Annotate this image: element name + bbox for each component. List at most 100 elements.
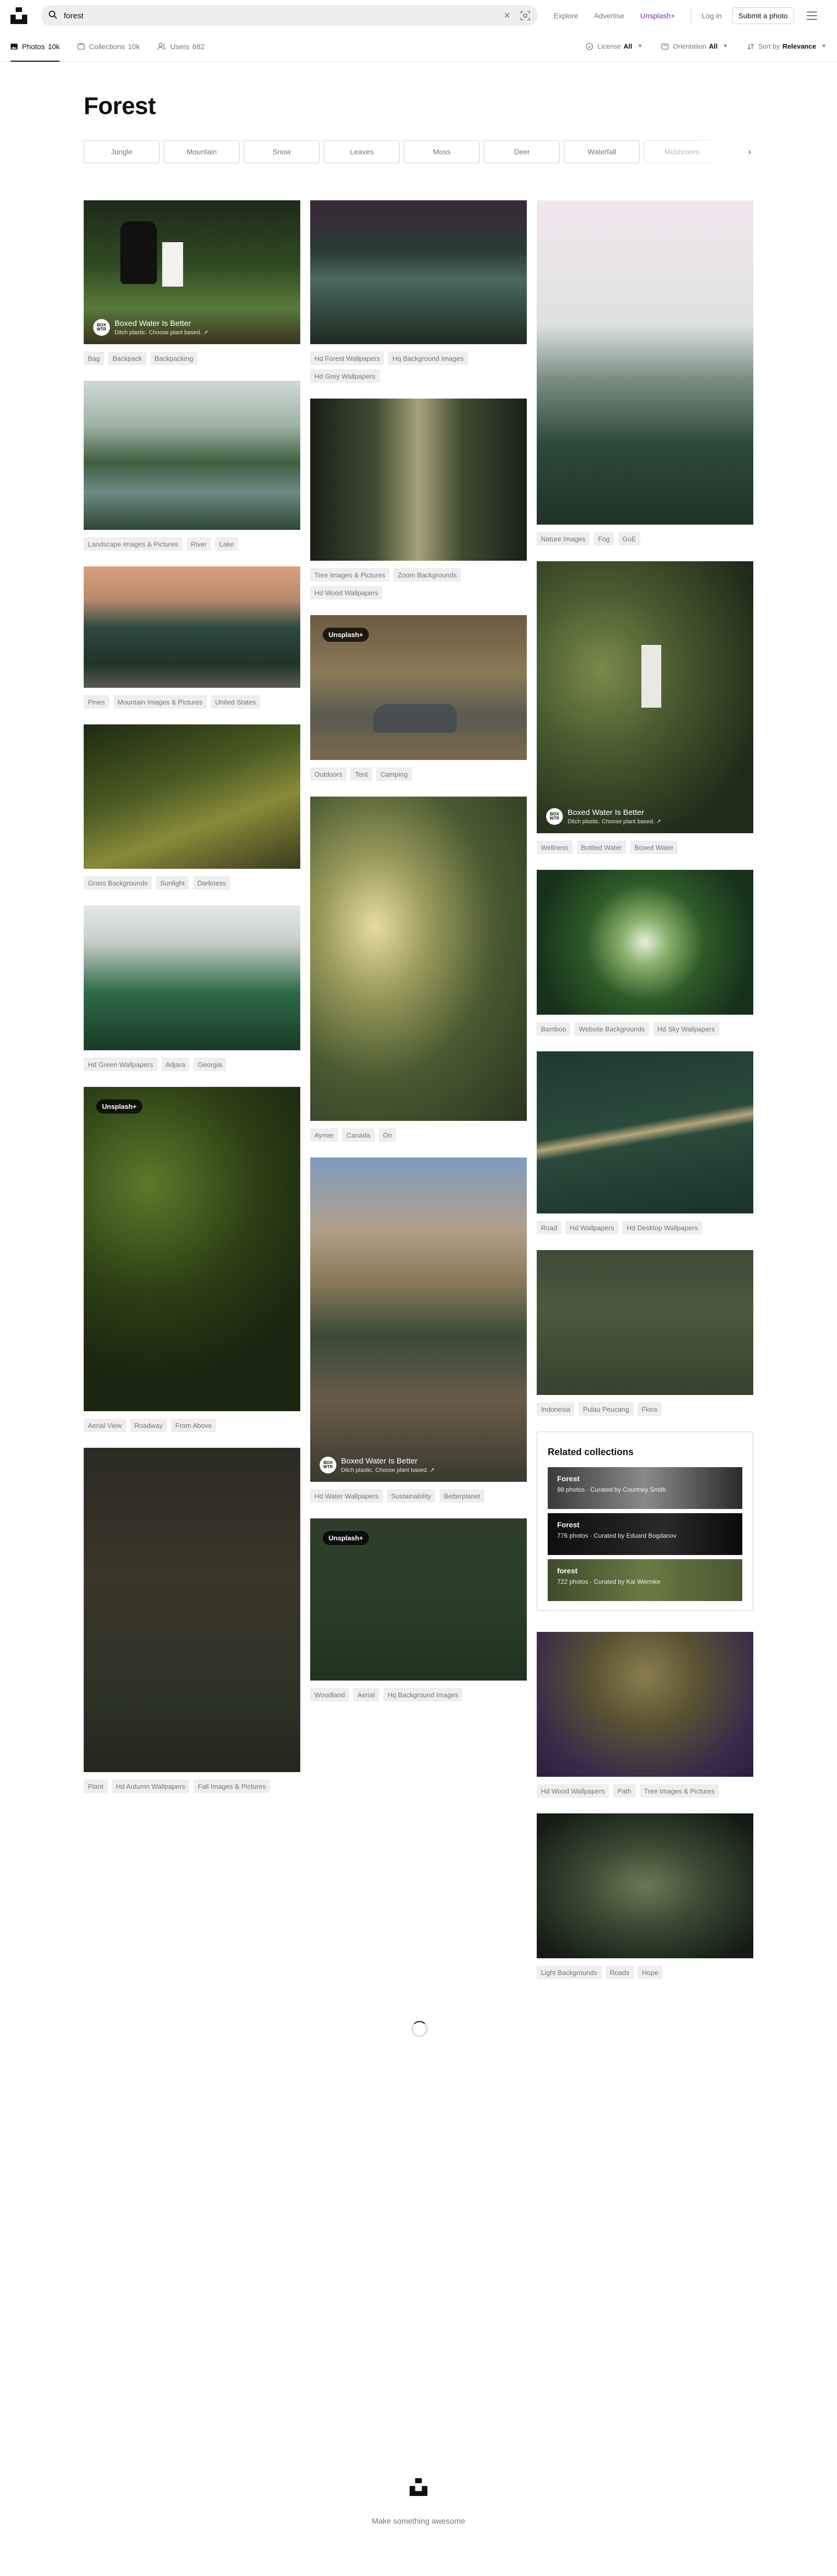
photo-tag[interactable]: United States <box>211 695 261 709</box>
photo-tag[interactable]: Path <box>613 1784 636 1798</box>
photo-tag[interactable]: Aerial <box>353 1688 379 1701</box>
menu-icon[interactable] <box>806 12 817 20</box>
collection-item[interactable]: Forest 776 photos · Curated by Eduard Bo… <box>548 1513 742 1555</box>
photo-tag[interactable]: Hd Green Wallpapers <box>84 1058 157 1071</box>
search-input[interactable] <box>64 11 504 20</box>
photo-image[interactable] <box>84 905 300 1050</box>
photo-image[interactable] <box>537 1051 753 1213</box>
photo-tag[interactable]: Roadway <box>130 1418 167 1432</box>
photo-image[interactable]: BOX WTR Boxed Water Is Better Ditch plast… <box>310 1158 527 1482</box>
photo-tag[interactable]: Hd Grey Wallpapers <box>310 369 380 383</box>
photo-tag[interactable]: Mountain Images & Pictures <box>113 695 207 709</box>
license-filter[interactable]: License All ▼ <box>586 42 642 50</box>
nav-explore-link[interactable]: Explore <box>553 12 578 20</box>
photo-tag[interactable]: Hd Water Wallpapers <box>310 1489 383 1503</box>
photo-tag[interactable]: From Above <box>171 1418 217 1432</box>
photo-tag[interactable]: River <box>186 537 211 551</box>
photo-tag[interactable]: Boxed Water <box>630 841 678 854</box>
photo-tag[interactable]: On <box>378 1128 397 1142</box>
related-search-chip[interactable]: Snow <box>244 140 320 163</box>
collection-item[interactable]: forest 722 photos · Curated by Kai Wermk… <box>548 1559 742 1601</box>
collection-item[interactable]: Forest 98 photos · Curated by Courtney S… <box>548 1467 742 1509</box>
photo-image[interactable]: Unsplash+ <box>310 1518 527 1681</box>
submit-photo-button[interactable]: Submit a photo <box>732 7 794 24</box>
photo-image[interactable] <box>310 797 527 1121</box>
photo-tag[interactable]: Zoom Backgrounds <box>393 568 461 582</box>
photo-tag[interactable]: Betterplanet <box>439 1489 485 1503</box>
login-link[interactable]: Log in <box>702 12 721 20</box>
photo-image[interactable] <box>537 200 753 525</box>
photo-tag[interactable]: Adjara <box>161 1058 190 1071</box>
photo-tag[interactable]: Hd Desktop Wallpapers <box>622 1221 702 1234</box>
search-icon[interactable] <box>48 10 58 22</box>
photo-tag[interactable]: Pines <box>84 695 109 709</box>
photo-image[interactable] <box>537 1250 753 1395</box>
photo-tag[interactable]: Outdoors <box>310 767 347 781</box>
related-search-chip[interactable]: Deer <box>484 140 560 163</box>
photo-image[interactable] <box>84 1448 300 1772</box>
related-search-chip[interactable]: Moss <box>404 140 480 163</box>
photo-tag[interactable]: GoE <box>618 532 640 546</box>
photo-image[interactable] <box>537 870 753 1015</box>
photo-tag[interactable]: Road <box>537 1221 562 1234</box>
photo-image[interactable] <box>537 1813 753 1958</box>
photo-tag[interactable]: Fog <box>594 532 614 546</box>
photo-image[interactable]: Unsplash+ <box>310 615 527 760</box>
photo-tag[interactable]: Hq Background Images <box>383 1688 463 1701</box>
nav-unsplash-plus-link[interactable]: Unsplash+ <box>640 12 675 20</box>
photo-tag[interactable]: Backpacking <box>150 351 198 365</box>
photo-image[interactable] <box>310 399 527 561</box>
photo-image[interactable] <box>310 200 527 344</box>
related-search-chip[interactable]: Waterfall <box>564 140 640 163</box>
photo-tag[interactable]: Bottled Water <box>576 841 626 854</box>
close-icon[interactable]: ✕ <box>504 10 511 21</box>
sponsor-badge[interactable]: BOX WTR Boxed Water Is Better Ditch plast… <box>546 808 661 825</box>
unsplash-logo-icon[interactable] <box>10 7 27 24</box>
photo-tag[interactable]: Lake <box>215 537 239 551</box>
photo-tag[interactable]: Hd Forest Wallpapers <box>310 351 384 365</box>
photo-tag[interactable]: Hd Wood Wallpapers <box>537 1784 609 1798</box>
photo-tag[interactable]: Backpack <box>108 351 146 365</box>
photo-tag[interactable]: Bag <box>84 351 105 365</box>
photo-tag[interactable]: Tent <box>350 767 372 781</box>
photo-tag[interactable]: Aymer <box>310 1128 338 1142</box>
sort-filter[interactable]: Sort by Relevance ▼ <box>747 42 827 50</box>
photo-tag[interactable]: Tree Images & Pictures <box>310 568 390 582</box>
photo-tag[interactable]: Nature Images <box>537 532 590 546</box>
photo-image[interactable] <box>84 724 300 869</box>
tab-photos[interactable]: Photos 10k <box>10 31 60 62</box>
photo-tag[interactable]: Fall Images & Pictures <box>194 1779 270 1793</box>
photo-tag[interactable]: Aerial View <box>84 1418 126 1432</box>
sponsor-badge[interactable]: BOX WTR Boxed Water Is Better Ditch plast… <box>93 319 208 336</box>
unsplash-logo-icon[interactable] <box>410 2478 427 2499</box>
photo-tag[interactable]: Hope <box>638 1966 663 1979</box>
tab-users[interactable]: Users 682 <box>157 31 205 61</box>
photo-tag[interactable]: Wellness <box>537 841 573 854</box>
chips-scroll-next[interactable]: › <box>696 140 753 163</box>
photo-tag[interactable]: Hq Background Images <box>388 351 468 365</box>
photo-tag[interactable]: Hd Autumn Wallpapers <box>111 1779 190 1793</box>
photo-image[interactable] <box>84 566 300 688</box>
photo-tag[interactable]: Georgia <box>194 1058 227 1071</box>
photo-image[interactable] <box>84 381 300 530</box>
photo-tag[interactable]: Sustainability <box>387 1489 436 1503</box>
photo-tag[interactable]: Woodland <box>310 1688 349 1701</box>
photo-tag[interactable]: Hd Wallpapers <box>565 1221 618 1234</box>
photo-tag[interactable]: Canada <box>342 1128 375 1142</box>
photo-tag[interactable]: Flora <box>637 1402 662 1416</box>
photo-image[interactable]: BOX WTR Boxed Water Is Better Ditch plast… <box>84 200 300 344</box>
photo-tag[interactable]: Plant <box>84 1779 108 1793</box>
photo-tag[interactable]: Light Backgrounds <box>537 1966 602 1979</box>
photo-tag[interactable]: Tree Images & Pictures <box>639 1784 719 1798</box>
orientation-filter[interactable]: Orientation All ▼ <box>661 42 728 50</box>
photo-tag[interactable]: Camping <box>376 767 412 781</box>
visual-search-icon[interactable] <box>520 10 530 21</box>
photo-tag[interactable]: Hd Sky Wallpapers <box>653 1022 719 1036</box>
photo-tag[interactable]: Bamboo <box>537 1022 571 1036</box>
related-search-chip[interactable]: Leaves <box>324 140 400 163</box>
photo-tag[interactable]: Roads <box>605 1966 634 1979</box>
photo-tag[interactable]: Sunlight <box>156 876 189 890</box>
related-search-chip[interactable]: Mountain <box>164 140 240 163</box>
tab-collections[interactable]: Collections 10k <box>77 31 140 61</box>
nav-advertise-link[interactable]: Advertise <box>594 12 624 20</box>
